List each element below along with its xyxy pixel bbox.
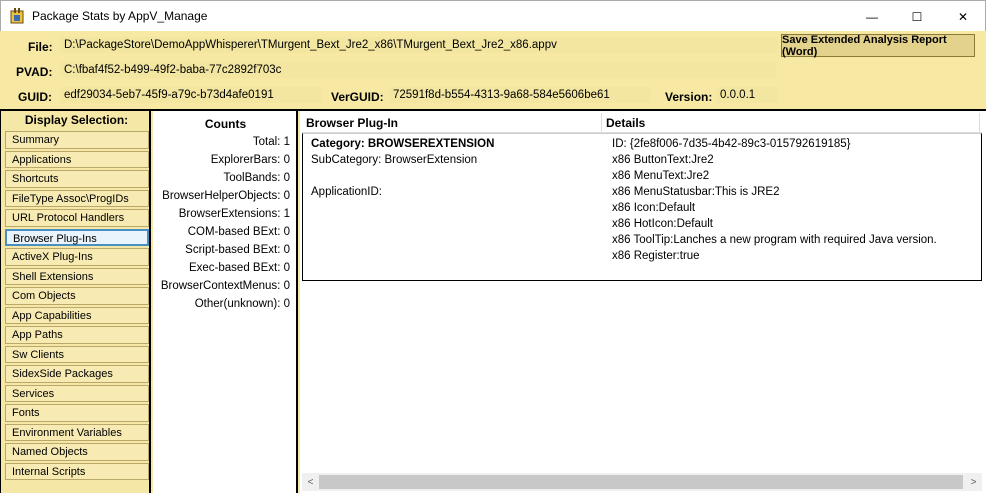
detail-line: x86 ButtonText:Jre2 xyxy=(612,154,714,166)
count-row: BrowserHelperObjects: 0 xyxy=(161,190,290,208)
count-label: BrowserHelperObjects: xyxy=(162,190,281,202)
count-row: ToolBands: 0 xyxy=(161,172,290,190)
sidebar-item-browser-plug-ins[interactable]: Browser Plug-Ins xyxy=(5,228,149,246)
display-selection-list: Summary Applications Shortcuts FileType Ass… xyxy=(5,131,149,482)
title-bar: Package Stats by AppV_Manage — ☐ ✕ xyxy=(0,0,986,31)
detail-line: x86 MenuText:Jre2 xyxy=(612,170,710,182)
sidebar-item-com-objects[interactable]: Com Objects xyxy=(5,287,149,305)
count-label: Other(unknown): xyxy=(194,298,281,310)
sidebar-item-internal-scripts[interactable]: Internal Scripts xyxy=(5,462,149,480)
sidebar-item-sidexside-packages[interactable]: SidexSide Packages xyxy=(5,365,149,383)
close-icon: ✕ xyxy=(957,9,969,24)
counts-title: Counts xyxy=(204,117,247,131)
sidebar-item-fonts[interactable]: Fonts xyxy=(5,404,149,422)
count-row: BrowserExtensions: 1 xyxy=(161,208,290,226)
count-label: BrowserExtensions: xyxy=(178,208,281,220)
verguid-label: VerGUID: xyxy=(331,90,384,104)
version-value: 0.0.0.1 xyxy=(716,87,778,103)
count-row: COM-based BExt: 0 xyxy=(161,226,290,244)
guid-value: edf29034-5eb7-45f9-a79c-b73d4afe0191 xyxy=(60,87,322,103)
detail-line: x86 HotIcon:Default xyxy=(612,218,714,230)
maximize-icon: ☐ xyxy=(911,9,923,24)
count-value: 0 xyxy=(283,172,290,184)
close-button[interactable]: ✕ xyxy=(940,1,986,32)
package-header: File: D:\PackageStore\DemoAppWhisperer\T… xyxy=(0,31,986,109)
details-panel: Browser Plug-In Details Category: BROWSE… xyxy=(300,111,986,493)
scrollbar-thumb[interactable] xyxy=(319,475,963,489)
table-row[interactable]: Category: BROWSEREXTENSION SubCategory: … xyxy=(302,133,982,281)
sidebar-item-environment-variables[interactable]: Environment Variables xyxy=(5,423,149,441)
counts-list: Total: 1 ExplorerBars: 0 ToolBands: 0 Brows… xyxy=(161,136,290,316)
scroll-right-icon[interactable]: > xyxy=(965,473,982,491)
grid-header: Browser Plug-In Details xyxy=(302,113,982,133)
sidebar-item-app-paths[interactable]: App Paths xyxy=(5,326,149,344)
count-row: BrowserContextMenus: 0 xyxy=(161,280,290,298)
count-label: COM-based BExt: xyxy=(187,226,281,238)
plugin-cell: Category: BROWSEREXTENSION SubCategory: … xyxy=(311,138,494,202)
minimize-icon: — xyxy=(866,9,878,24)
count-row: Script-based BExt: 0 xyxy=(161,244,290,262)
scroll-left-icon[interactable]: < xyxy=(302,473,319,491)
counts-panel: Counts Total: 1 ExplorerBars: 0 ToolBands:… xyxy=(153,111,298,493)
count-value: 0 xyxy=(283,280,290,292)
subcategory-text: SubCategory: BrowserExtension xyxy=(311,154,478,166)
pvad-value: C:\fbaf4f52-b499-49f2-baba-77c2892f703c xyxy=(60,62,776,78)
count-label: Exec-based BExt: xyxy=(188,262,281,274)
sidebar-item-filetype-assoc-progids[interactable]: FileType Assoc\ProgIDs xyxy=(5,189,149,207)
sidebar-item-applications[interactable]: Applications xyxy=(5,150,149,168)
sidebar-item-summary[interactable]: Summary xyxy=(5,131,149,149)
count-value: 0 xyxy=(283,154,290,166)
minimize-button[interactable]: — xyxy=(849,1,895,32)
sidebar-item-services[interactable]: Services xyxy=(5,384,149,402)
maximize-button[interactable]: ☐ xyxy=(894,1,940,32)
count-value: 1 xyxy=(283,136,290,148)
count-row: ExplorerBars: 0 xyxy=(161,154,290,172)
display-selection-title: Display Selection: xyxy=(24,113,129,127)
count-value: 1 xyxy=(283,208,290,220)
display-selection-panel: Display Selection: Summary Applications Sh… xyxy=(0,111,151,493)
count-label: BrowserContextMenus: xyxy=(160,280,281,292)
sidebar-item-shortcuts[interactable]: Shortcuts xyxy=(5,170,149,188)
detail-line: x86 ToolTip:Lanches a new program with r… xyxy=(612,234,937,246)
count-row: Total: 1 xyxy=(161,136,290,154)
sidebar-item-shell-extensions[interactable]: Shell Extensions xyxy=(5,267,149,285)
count-value: 0 xyxy=(283,244,290,256)
column-header-details[interactable]: Details xyxy=(602,113,980,133)
main-area: Display Selection: Summary Applications Sh… xyxy=(0,109,986,493)
detail-line: x86 Register:true xyxy=(612,250,700,262)
detail-line: x86 Icon:Default xyxy=(612,202,696,214)
details-cell: ID: {2fe8f006-7d35-4b42-89c3-01579261918… xyxy=(612,138,937,266)
app-icon xyxy=(10,8,24,24)
column-header-browser-plugin[interactable]: Browser Plug-In xyxy=(302,113,602,133)
count-label: Total: xyxy=(252,136,281,148)
count-row: Exec-based BExt: 0 xyxy=(161,262,290,280)
verguid-value: 72591f8d-b554-4313-9a68-584e5606be61 xyxy=(389,87,651,103)
sidebar-item-activex-plug-ins[interactable]: ActiveX Plug-Ins xyxy=(5,248,149,266)
count-value: 0 xyxy=(283,226,290,238)
detail-line: x86 MenuStatusbar:This is JRE2 xyxy=(612,186,780,198)
sidebar-item-named-objects[interactable]: Named Objects xyxy=(5,443,149,461)
pvad-label: PVAD: xyxy=(16,65,53,79)
file-value: D:\PackageStore\DemoAppWhisperer\TMurgen… xyxy=(60,37,778,53)
count-value: 0 xyxy=(283,298,290,310)
horizontal-scrollbar[interactable]: < > xyxy=(302,473,982,491)
count-label: ExplorerBars: xyxy=(210,154,281,166)
count-label: ToolBands: xyxy=(223,172,281,184)
guid-label: GUID: xyxy=(18,90,52,104)
window-title: Package Stats by AppV_Manage xyxy=(32,9,208,23)
save-report-button[interactable]: Save Extended Analysis Report (Word) xyxy=(781,34,975,58)
count-row: Other(unknown): 0 xyxy=(161,298,290,316)
sidebar-item-url-protocol-handlers[interactable]: URL Protocol Handlers xyxy=(5,209,149,227)
version-label: Version: xyxy=(665,90,713,104)
sidebar-item-app-capabilities[interactable]: App Capabilities xyxy=(5,306,149,324)
category-text: Category: BROWSEREXTENSION xyxy=(311,138,495,150)
file-label: File: xyxy=(28,40,53,54)
application-id-text: ApplicationID: xyxy=(311,186,382,198)
detail-line: ID: {2fe8f006-7d35-4b42-89c3-01579261918… xyxy=(612,138,851,150)
count-value: 0 xyxy=(283,190,290,202)
count-label: Script-based BExt: xyxy=(185,244,281,256)
sidebar-item-sw-clients[interactable]: Sw Clients xyxy=(5,345,149,363)
count-value: 0 xyxy=(283,262,290,274)
